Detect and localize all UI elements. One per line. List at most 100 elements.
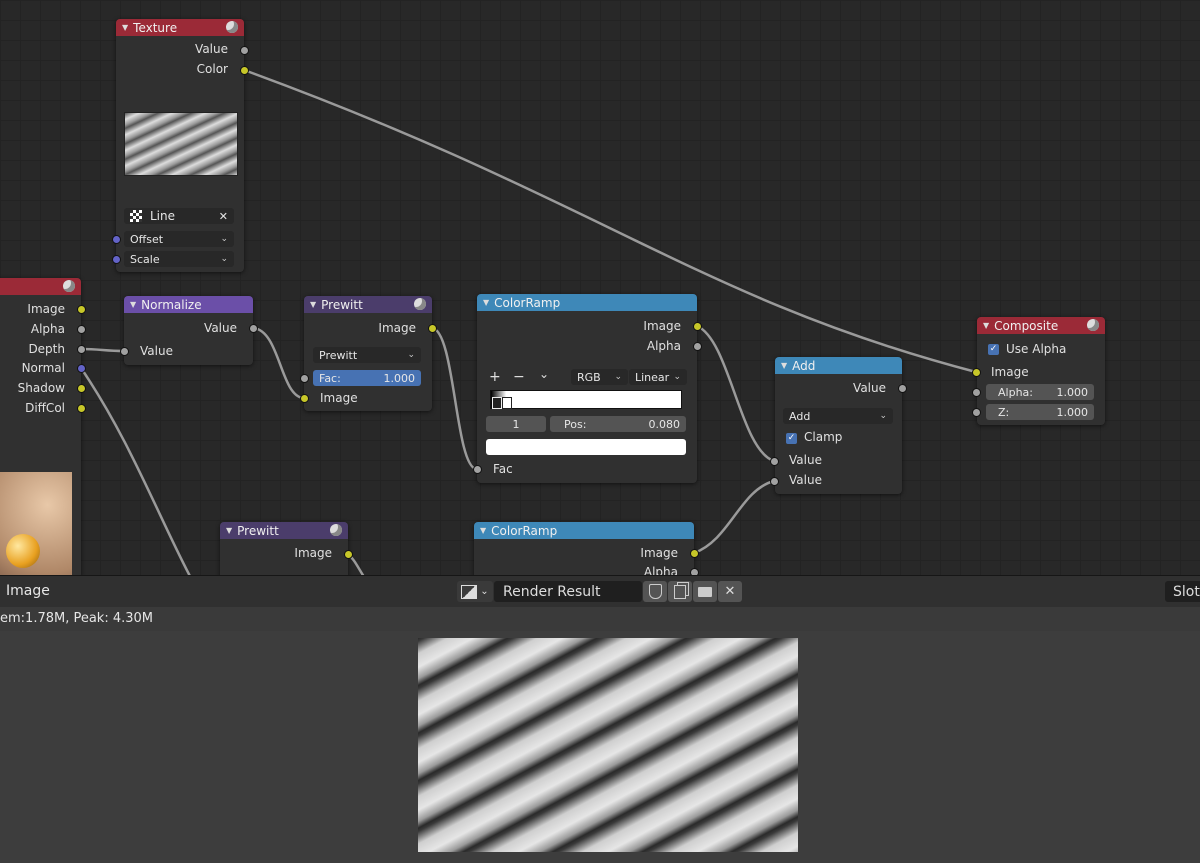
alpha-field[interactable]: Alpha: 1.000 xyxy=(986,384,1094,400)
stop-color-swatch[interactable] xyxy=(486,439,686,455)
interpolation-dropdown[interactable]: Linear ⌄ xyxy=(629,369,687,385)
ramp-stop-handle[interactable] xyxy=(492,397,502,409)
socket-add-in1[interactable] xyxy=(770,457,779,466)
clamp-checkbox[interactable]: ✓ xyxy=(786,433,797,444)
socket-rl-image[interactable] xyxy=(77,305,86,314)
colorramp-header[interactable]: ▼ ColorRamp xyxy=(477,294,697,311)
offset-dropdown[interactable]: Offset ⌄ xyxy=(124,231,234,247)
socket-composite-z[interactable] xyxy=(972,408,981,417)
preview-sphere-icon[interactable] xyxy=(1087,319,1099,331)
socket-prewitt-in[interactable] xyxy=(300,394,309,403)
socket-colorramp2-alpha[interactable] xyxy=(690,568,699,575)
output-normal-label: Normal xyxy=(21,361,65,375)
add-math-node[interactable]: ▼ Add Value Add ⌄ ✓ Clamp Value Value xyxy=(775,357,902,494)
render-layers-header[interactable] xyxy=(0,278,81,295)
ramp-menu-button[interactable]: ⌄ xyxy=(539,367,549,381)
normalize-header[interactable]: ▼ Normalize xyxy=(124,296,253,313)
collapse-icon[interactable]: ▼ xyxy=(781,361,787,370)
colorramp-node[interactable]: ▼ ColorRamp Image Alpha + − ⌄ RGB ⌄ Linear… xyxy=(477,294,697,483)
texture-node-header[interactable]: ▼ Texture xyxy=(116,19,244,36)
texture-node[interactable]: ▼ Texture Value Color Line ✕ Offset ⌄ Scal… xyxy=(116,19,244,272)
node-editor[interactable]: ▼ Texture Value Color Line ✕ Offset ⌄ Scal… xyxy=(0,0,1200,575)
unlink-image-button[interactable]: ✕ xyxy=(718,581,742,602)
scale-dropdown[interactable]: Scale ⌄ xyxy=(124,251,234,267)
prewitt-node[interactable]: ▼ Prewitt Image Prewitt ⌄ Fac: 1.000 Image xyxy=(304,296,432,411)
fac-slider[interactable]: Fac: 1.000 xyxy=(313,370,421,386)
collapse-icon[interactable]: ▼ xyxy=(480,526,486,535)
preview-sphere-icon[interactable] xyxy=(330,524,342,536)
image-browse-button[interactable]: ⌄ xyxy=(457,581,493,602)
color-mode-dropdown[interactable]: RGB ⌄ xyxy=(571,369,628,385)
render-layers-node[interactable]: Image Alpha Depth Normal Shadow DiffCol xyxy=(0,278,81,575)
socket-texture-color[interactable] xyxy=(240,66,249,75)
collapse-icon[interactable]: ▼ xyxy=(226,526,232,535)
preview-sphere-icon[interactable] xyxy=(63,280,75,292)
socket-add-out[interactable] xyxy=(898,384,907,393)
z-value: 1.000 xyxy=(1056,405,1089,419)
socket-texture-scale[interactable] xyxy=(112,255,121,264)
socket-rl-normal[interactable] xyxy=(77,364,86,373)
socket-add-in2[interactable] xyxy=(770,477,779,486)
colorramp-2-header[interactable]: ▼ ColorRamp xyxy=(474,522,694,539)
ramp-stop-handle-active[interactable] xyxy=(502,397,512,409)
z-field[interactable]: Z: 1.000 xyxy=(986,404,1094,420)
output-image-label: Image xyxy=(640,546,678,560)
stop-index-field[interactable]: 1 xyxy=(486,416,546,432)
link-colorramp2-add xyxy=(693,479,775,555)
color-mode-value: RGB xyxy=(577,370,601,384)
preview-sphere-icon[interactable] xyxy=(226,21,238,33)
image-viewport[interactable] xyxy=(0,631,1200,863)
socket-texture-offset[interactable] xyxy=(112,235,121,244)
prewitt-header[interactable]: ▼ Prewitt xyxy=(304,296,432,313)
use-alpha-checkbox[interactable]: ✓ xyxy=(988,344,999,355)
socket-composite-alpha[interactable] xyxy=(972,388,981,397)
node-title: ColorRamp xyxy=(491,523,558,538)
socket-rl-alpha[interactable] xyxy=(77,325,86,334)
socket-rl-diffcol[interactable] xyxy=(77,404,86,413)
socket-normalize-in[interactable] xyxy=(120,347,129,356)
socket-colorramp2-image[interactable] xyxy=(690,549,699,558)
new-image-button[interactable] xyxy=(668,581,692,602)
operation-dropdown[interactable]: Add ⌄ xyxy=(783,408,893,424)
output-depth-label: Depth xyxy=(28,342,65,356)
image-name-field[interactable]: Render Result xyxy=(494,581,642,602)
node-title: Composite xyxy=(994,318,1059,333)
input-value-label: Value xyxy=(140,344,173,358)
prewitt-node-2[interactable]: ▼ Prewitt Image xyxy=(220,522,348,575)
collapse-icon[interactable]: ▼ xyxy=(483,298,489,307)
socket-texture-value[interactable] xyxy=(240,46,249,55)
collapse-icon[interactable]: ▼ xyxy=(310,300,316,309)
socket-normalize-out[interactable] xyxy=(249,324,258,333)
composite-header[interactable]: ▼ Composite xyxy=(977,317,1105,334)
collapse-icon[interactable]: ▼ xyxy=(983,321,989,330)
add-header[interactable]: ▼ Add xyxy=(775,357,902,374)
close-icon[interactable]: ✕ xyxy=(219,210,228,223)
color-ramp-bar[interactable] xyxy=(490,390,682,409)
collapse-icon[interactable]: ▼ xyxy=(130,300,136,309)
socket-colorramp-image[interactable] xyxy=(693,322,702,331)
open-image-button[interactable] xyxy=(693,581,717,602)
socket-rl-shadow[interactable] xyxy=(77,384,86,393)
fake-user-button[interactable] xyxy=(643,581,667,602)
operation-value: Add xyxy=(789,409,811,423)
socket-prewitt-out[interactable] xyxy=(428,324,437,333)
slot-dropdown[interactable]: Slot xyxy=(1165,581,1200,602)
remove-stop-button[interactable]: − xyxy=(513,369,525,385)
socket-prewitt-fac[interactable] xyxy=(300,374,309,383)
socket-composite-image[interactable] xyxy=(972,368,981,377)
texture-name: Line xyxy=(150,209,176,223)
texture-selector[interactable]: Line ✕ xyxy=(124,208,234,224)
colorramp-node-2[interactable]: ▼ ColorRamp Image Alpha xyxy=(474,522,694,575)
socket-prewitt2-out[interactable] xyxy=(344,550,353,559)
prewitt-2-header[interactable]: ▼ Prewitt xyxy=(220,522,348,539)
preview-sphere-icon[interactable] xyxy=(414,298,426,310)
pos-field[interactable]: Pos: 0.080 xyxy=(550,416,686,432)
composite-node[interactable]: ▼ Composite ✓ Use Alpha Image Alpha: 1.000… xyxy=(977,317,1105,425)
socket-rl-depth[interactable] xyxy=(77,345,86,354)
filter-type-dropdown[interactable]: Prewitt ⌄ xyxy=(313,347,421,363)
socket-colorramp-alpha[interactable] xyxy=(693,342,702,351)
add-stop-button[interactable]: + xyxy=(489,369,501,385)
socket-colorramp-fac[interactable] xyxy=(473,465,482,474)
normalize-node[interactable]: ▼ Normalize Value Value xyxy=(124,296,253,365)
collapse-icon[interactable]: ▼ xyxy=(122,23,128,32)
